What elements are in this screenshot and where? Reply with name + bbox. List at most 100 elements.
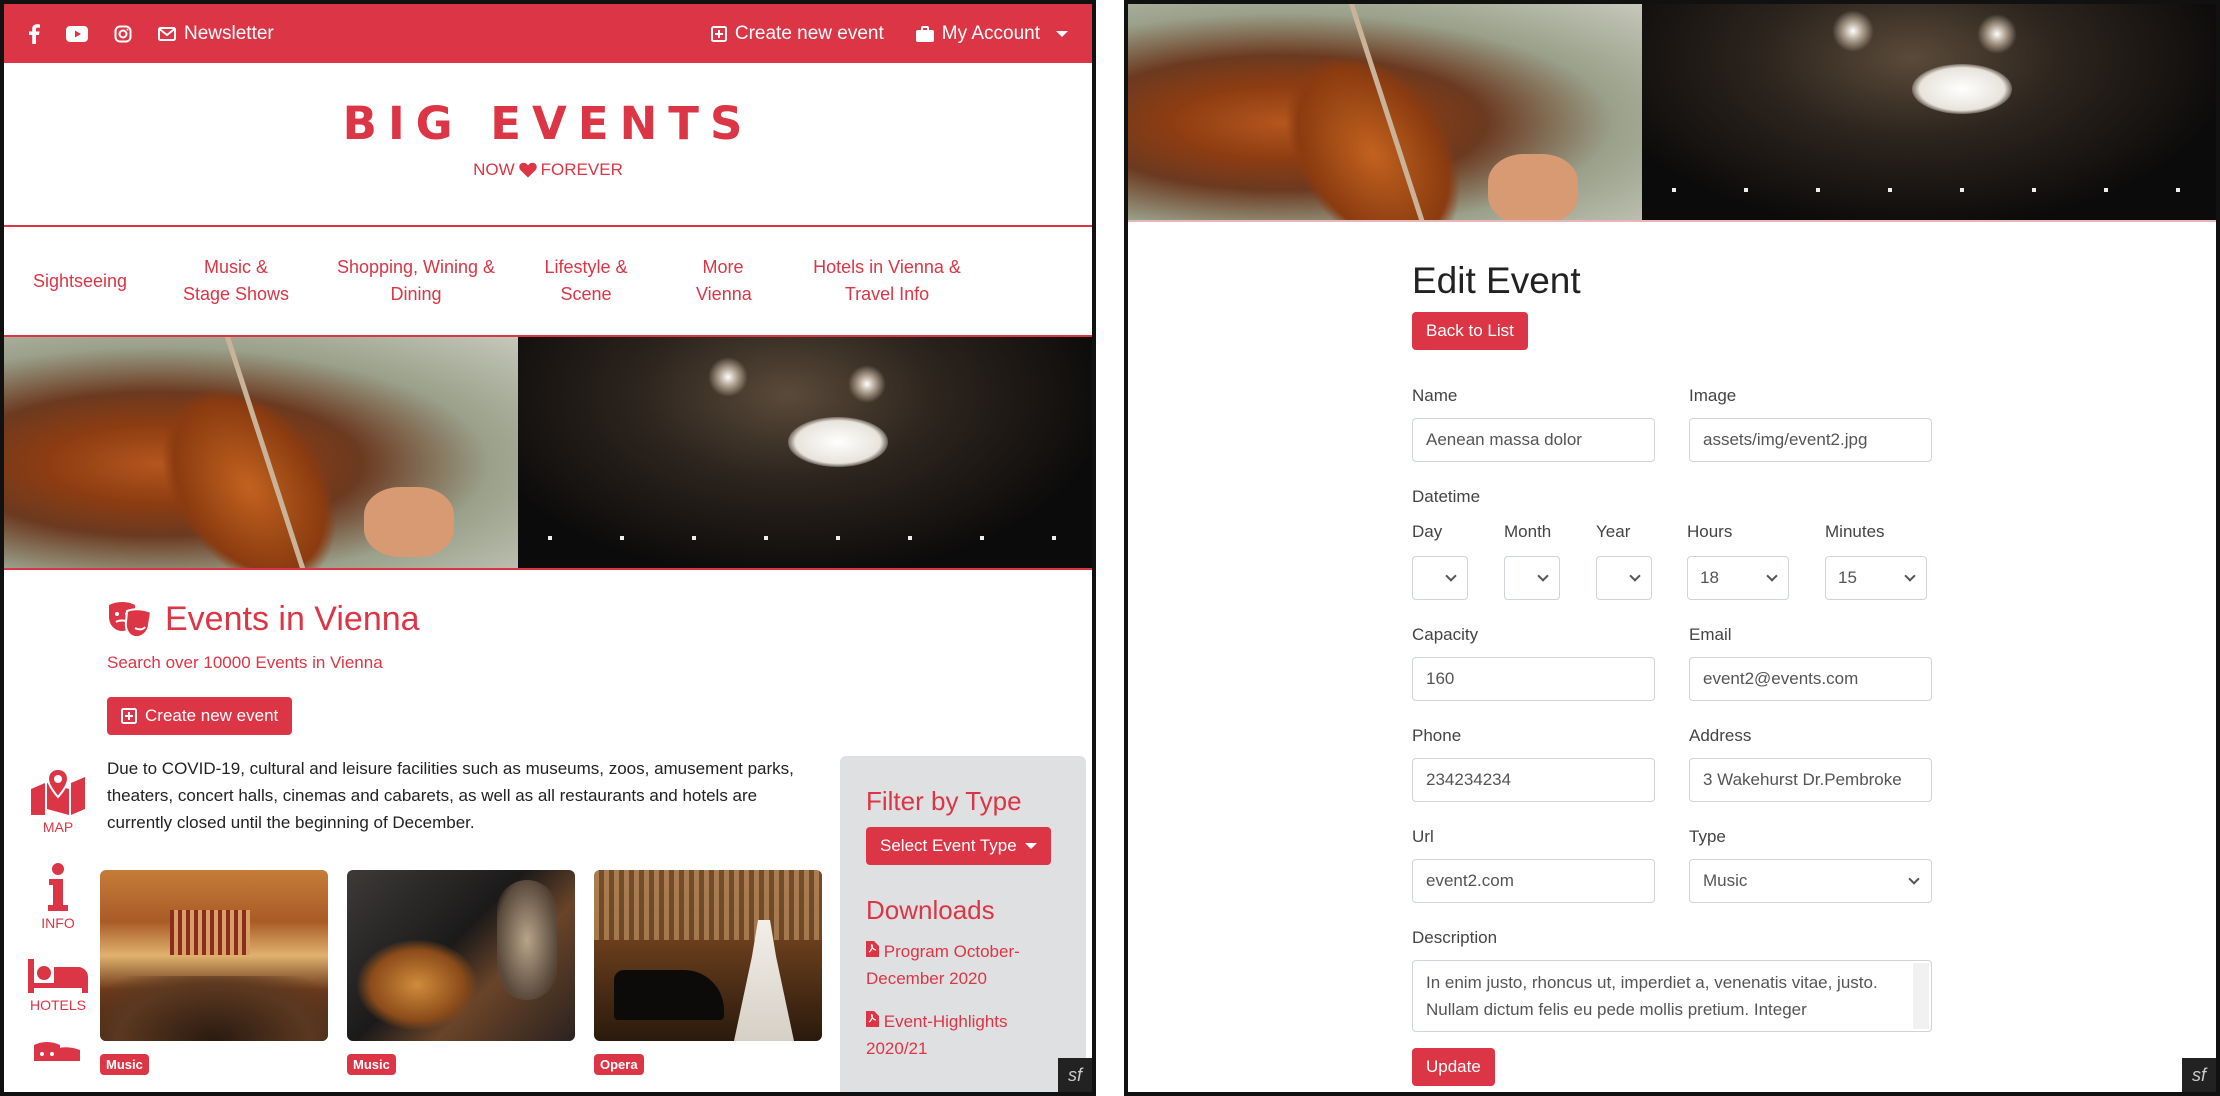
hours-label: Hours [1687,522,1733,541]
create-event-button[interactable]: Create new event [107,697,293,735]
month-select[interactable] [1504,556,1560,600]
hero-banner [4,337,1092,570]
edit-event-form: Edit Event Back to List Name Aenean mass… [1412,260,1932,1086]
my-account-label: My Account [941,22,1040,44]
chevron-down-icon [1904,570,1916,582]
capacity-field[interactable]: 160 [1412,657,1655,701]
newsletter-link[interactable]: Newsletter [158,23,274,45]
year-select[interactable] [1596,556,1652,600]
url-label: Url [1412,827,1434,846]
address-label: Address [1689,726,1752,745]
download-link[interactable]: Event-Highlights 2020/21 [866,1008,1060,1062]
symfony-toolbar-icon[interactable]: sf [1058,1058,1092,1092]
create-event-button-label: Create new event [145,706,279,725]
brand-header: BIG EVENTS NOW FOREVER [4,63,1092,227]
image-label: Image [1689,386,1737,405]
event-type-dropdown[interactable]: Select Event Type [866,827,1051,865]
phone-field[interactable]: 234234234 [1412,758,1655,802]
tagline-forever: FOREVER [540,160,623,179]
covid-notice: Due to COVID-19, cultural and leisure fa… [107,759,794,832]
update-button[interactable]: Update [1412,1048,1495,1086]
event-card[interactable]: Music [347,870,575,1075]
nav-more-vienna[interactable]: More Vienna [656,254,790,308]
url-field[interactable]: event2.com [1412,859,1655,903]
theater-masks-icon [109,601,153,638]
minutes-label: Minutes [1825,522,1885,541]
ballet-image [518,337,1092,568]
events-title: Events in Vienna [165,600,420,638]
hotels-label: HOTELS [29,997,86,1013]
event-card[interactable]: Music [100,870,328,1075]
phone-label: Phone [1412,726,1462,745]
ballet-image [1642,4,2216,220]
my-account-dropdown[interactable]: My Account [915,22,1068,45]
pdf-file-icon [866,941,879,957]
info-link[interactable]: INFO [18,863,98,931]
caret-down-icon [1056,30,1068,37]
info-label: INFO [41,915,75,931]
minutes-select[interactable]: 15 [1825,556,1927,600]
back-to-list-button[interactable]: Back to List [1412,312,1528,350]
day-select[interactable] [1412,556,1468,600]
opera-image [594,870,822,1041]
pdf-file-icon [866,1011,879,1027]
chevron-down-icon [1445,570,1457,582]
download-link[interactable]: Program October-December 2020 [866,938,1060,992]
nav-hotels[interactable]: Hotels in Vienna & Travel Info [790,254,984,308]
event-cards: Music Music Opera [100,870,822,1075]
address-field[interactable]: 3 Wakehurst Dr.Pembroke [1689,758,1932,802]
caret-down-icon [1024,843,1037,849]
description-textarea[interactable]: In enim justo, rhoncus ut, imperdiet a, … [1412,960,1932,1032]
instagram-icon[interactable] [114,25,132,43]
category-badge: Music [347,1054,396,1075]
info-icon [48,863,68,911]
plus-square-icon [710,25,727,42]
type-select[interactable]: Music [1689,859,1932,903]
day-label: Day [1412,522,1443,541]
chevron-down-icon [1537,570,1549,582]
event-card[interactable]: Opera [594,870,822,1075]
type-value: Music [1703,871,1748,890]
hours-select[interactable]: 18 [1687,556,1789,600]
map-pin-icon [31,767,85,815]
year-label: Year [1596,522,1631,541]
more-masks-link[interactable] [18,1041,98,1061]
violin-image [1128,4,1642,220]
bed-icon [28,959,88,993]
theater-masks-icon [34,1042,80,1061]
category-badge: Music [100,1054,149,1075]
side-icons: MAP INFO HOTELS [18,767,98,1089]
textarea-scrollbar[interactable] [1913,963,1929,1029]
page-title: Edit Event [1412,260,1581,301]
youtube-icon[interactable] [66,25,88,42]
email-label: Email [1689,625,1732,644]
image-field[interactable]: assets/img/event2.jpg [1689,418,1932,462]
facebook-icon[interactable] [28,23,40,44]
chevron-down-icon [1629,570,1641,582]
category-badge: Opera [594,1054,644,1075]
nav-shopping[interactable]: Shopping, Wining & Dining [316,254,516,308]
nav-lifestyle[interactable]: Lifestyle & Scene [516,254,656,308]
minutes-value: 15 [1838,568,1857,587]
description-value: In enim justo, rhoncus ut, imperdiet a, … [1426,973,1878,1019]
description-label: Description [1412,928,1498,947]
briefcase-icon [915,25,934,42]
concert-hall-image [100,870,328,1041]
site-title: BIG EVENTS [342,97,754,150]
hotels-link[interactable]: HOTELS [18,959,98,1013]
symfony-toolbar-icon[interactable]: sf [2182,1058,2216,1092]
top-bar: Newsletter Create new event My Account [4,4,1092,63]
email-field[interactable]: event2@events.com [1689,657,1932,701]
download-label: Event-Highlights 2020/21 [866,1012,1008,1058]
name-field[interactable]: Aenean massa dolor [1412,418,1655,462]
newsletter-label: Newsletter [184,22,274,44]
events-heading: Events in Vienna [107,600,1092,639]
downloads-heading: Downloads [866,895,995,925]
create-event-link[interactable]: Create new event [710,23,884,45]
nav-music-stage[interactable]: Music & Stage Shows [156,254,316,308]
nav-sightseeing[interactable]: Sightseeing [4,268,156,295]
map-link[interactable]: MAP [18,767,98,835]
name-label: Name [1412,386,1458,405]
site-tagline: NOW FOREVER [4,160,1092,180]
download-label: Program October-December 2020 [866,942,1020,988]
